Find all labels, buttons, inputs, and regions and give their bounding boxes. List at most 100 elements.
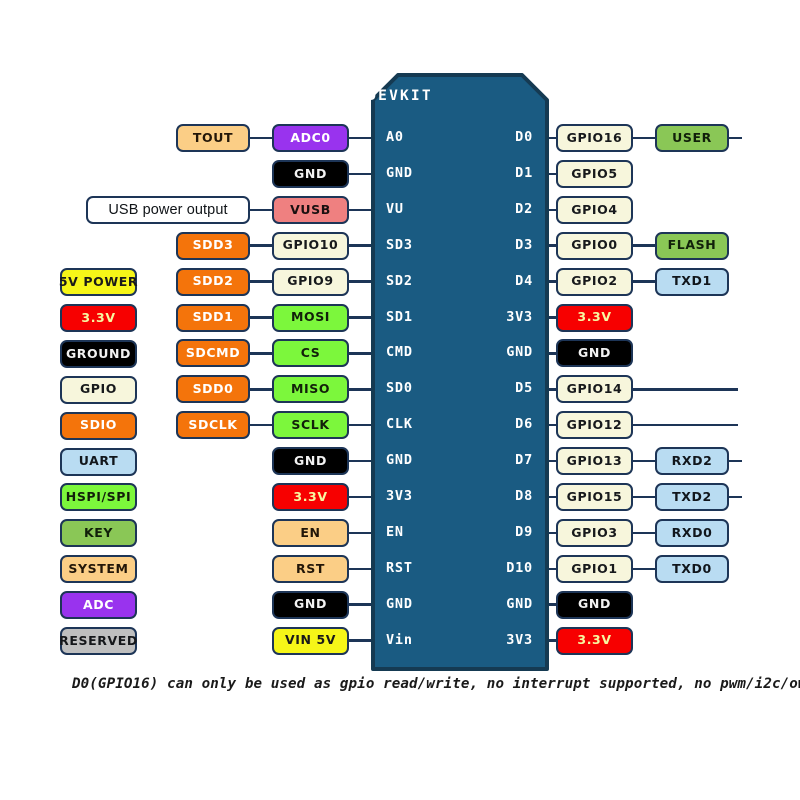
chip-label: USB power output — [108, 201, 228, 218]
chip-label: GPIO2 — [571, 273, 618, 289]
pin-chip-right-gpio4[interactable]: GPIO4 — [556, 195, 633, 224]
board-pin-right-gnd: GND — [506, 344, 533, 361]
chip-label: GPIO15 — [566, 488, 623, 504]
board-pin-right-d7: D7 — [515, 452, 533, 469]
chip-label: GPIO16 — [566, 129, 623, 145]
pin-chip-left-outer-sdcmd[interactable]: SDCMD — [176, 339, 250, 368]
chip-label: SCLK — [291, 416, 330, 432]
pin-chip-right-outer-flash[interactable]: FLASH — [655, 231, 729, 260]
wire-right-stub — [729, 459, 742, 463]
pin-chip-right-gpio0[interactable]: GPIO0 — [556, 231, 633, 260]
chip-label: UART — [78, 453, 119, 469]
chip-label: GND — [578, 596, 611, 612]
pin-chip-right-outer-txd2[interactable]: TXD2 — [655, 483, 729, 511]
chip-label: HSPI/SPI — [65, 489, 132, 505]
pin-chip-left-vusb[interactable]: VUSB — [272, 195, 349, 224]
legend-chip-3-3v[interactable]: 3.3V — [60, 303, 137, 332]
pin-chip-left-outer-sdd1[interactable]: SDD1 — [176, 303, 250, 332]
board-pin-right-d5: D5 — [515, 380, 533, 397]
wire-right-inner-to-outer — [633, 459, 655, 463]
pin-chip-left-outer-sdd0[interactable]: SDD0 — [176, 375, 250, 404]
board-pin-right-d9: D9 — [515, 523, 533, 540]
board-pin-right-d4: D4 — [515, 272, 533, 289]
pin-chip-right-gnd[interactable]: GND — [556, 590, 633, 619]
chip-label: GND — [294, 596, 327, 612]
pin-chip-left-cs[interactable]: CS — [272, 339, 349, 368]
pin-chip-left-rst[interactable]: RST — [272, 554, 349, 583]
pin-chip-left-gpio9[interactable]: GPIO9 — [272, 267, 349, 296]
chip-label: USER — [672, 129, 712, 145]
legend-chip-uart[interactable]: UART — [60, 447, 137, 476]
pin-chip-left-outer-tout[interactable]: TOUT — [176, 124, 250, 152]
chip-label: VIN 5V — [284, 632, 337, 648]
pin-chip-right-3-3v[interactable]: 3.3V — [556, 626, 633, 655]
pin-chip-left-3-3v[interactable]: 3.3V — [272, 483, 349, 511]
pin-chip-left-vin-5v[interactable]: VIN 5V — [272, 626, 349, 655]
chip-label: GPIO10 — [282, 237, 339, 253]
chip-label: GPIO9 — [287, 273, 334, 289]
legend-chip-sdio[interactable]: SDIO — [60, 411, 137, 440]
pin-chip-left-adc0[interactable]: ADC0 — [272, 124, 349, 152]
legend-chip-system[interactable]: SYSTEM — [60, 555, 137, 584]
pin-chip-left-outer-sdclk[interactable]: SDCLK — [176, 411, 250, 440]
chip-label: 5V POWER — [58, 273, 139, 289]
chip-label: 3.3V — [577, 309, 612, 325]
chip-label: RST — [296, 560, 325, 576]
pin-chip-left-outer-sdd3[interactable]: SDD3 — [176, 231, 250, 260]
legend-chip-5v-power[interactable]: 5V POWER — [58, 268, 139, 296]
chip-label: SYSTEM — [68, 560, 129, 576]
pin-chip-left-gnd[interactable]: GND — [272, 159, 349, 188]
pin-chip-right-gpio3[interactable]: GPIO3 — [556, 518, 633, 547]
wire-right-extension — [633, 423, 738, 427]
pin-chip-left-gnd[interactable]: GND — [272, 447, 349, 476]
pin-chip-left-outer-usb-power-output[interactable]: USB power output — [86, 195, 250, 224]
board-pin-right-d10: D10 — [506, 559, 533, 576]
legend-chip-key[interactable]: KEY — [60, 519, 137, 548]
board-pin-right-3v3: 3V3 — [506, 631, 533, 648]
legend-chip-adc[interactable]: ADC — [60, 591, 137, 620]
chip-label: GPIO1 — [571, 560, 618, 576]
pin-chip-right-3-3v[interactable]: 3.3V — [556, 303, 633, 332]
pin-chip-right-outer-user[interactable]: USER — [655, 124, 729, 152]
legend-chip-gpio[interactable]: GPIO — [60, 375, 137, 404]
pin-chip-left-outer-sdd2[interactable]: SDD2 — [176, 267, 250, 296]
pin-chip-right-gpio15[interactable]: GPIO15 — [556, 483, 633, 511]
pin-chip-right-gpio14[interactable]: GPIO14 — [556, 375, 633, 404]
legend-chip-reserved[interactable]: RESERVED — [59, 627, 137, 655]
pin-chip-right-outer-rxd0[interactable]: RXD0 — [655, 518, 729, 547]
pin-chip-left-sclk[interactable]: SCLK — [272, 411, 349, 440]
pin-chip-left-gpio10[interactable]: GPIO10 — [272, 231, 349, 260]
pin-chip-right-gpio16[interactable]: GPIO16 — [556, 124, 633, 152]
pin-chip-left-en[interactable]: EN — [272, 518, 349, 547]
chip-label: SDIO — [79, 417, 118, 433]
wire-left-outer-to-inner — [250, 136, 272, 140]
pin-chip-right-outer-txd0[interactable]: TXD0 — [655, 554, 729, 583]
legend-chip-hspi-spi[interactable]: HSPI/SPI — [60, 483, 137, 512]
pin-chip-right-gnd[interactable]: GND — [556, 339, 633, 368]
pin-chip-right-gpio2[interactable]: GPIO2 — [556, 267, 633, 296]
board-pin-right-d8: D8 — [515, 488, 533, 504]
pin-chip-right-gpio13[interactable]: GPIO13 — [556, 447, 633, 476]
pin-chip-left-miso[interactable]: MISO — [272, 375, 349, 404]
chip-label: RXD0 — [671, 524, 713, 540]
wire-left-outer-to-inner — [250, 316, 272, 319]
chip-label: GND — [294, 452, 327, 468]
pin-chip-right-gpio5[interactable]: GPIO5 — [556, 159, 633, 188]
chip-label: MOSI — [290, 309, 331, 325]
wire-right-inner-to-outer — [633, 531, 655, 535]
legend-chip-ground[interactable]: GROUND — [60, 339, 137, 368]
chip-label: SDCMD — [185, 345, 241, 361]
chip-label: SDD3 — [192, 237, 234, 253]
board-pin-right-d2: D2 — [515, 200, 533, 217]
pin-chip-right-gpio1[interactable]: GPIO1 — [556, 554, 633, 583]
pin-chip-left-gnd[interactable]: GND — [272, 590, 349, 619]
wire-right-inner-to-outer — [633, 136, 655, 140]
chip-label: MISO — [290, 381, 331, 397]
pin-chip-left-mosi[interactable]: MOSI — [272, 303, 349, 332]
chip-label: GPIO14 — [566, 381, 623, 397]
pin-chip-right-outer-txd1[interactable]: TXD1 — [655, 267, 729, 296]
pin-chip-right-outer-rxd2[interactable]: RXD2 — [655, 447, 729, 476]
wire-right-extension — [633, 388, 738, 391]
board-pin-right-3v3: 3V3 — [506, 308, 533, 325]
pin-chip-right-gpio12[interactable]: GPIO12 — [556, 411, 633, 440]
